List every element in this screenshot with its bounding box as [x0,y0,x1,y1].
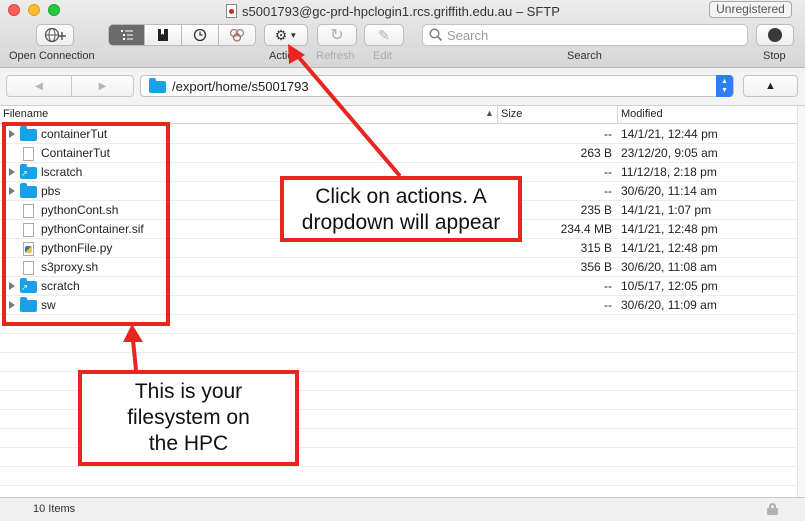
sort-ascending-icon: ▲ [485,108,494,118]
vertical-scrollbar[interactable] [797,106,805,497]
pencil-icon: ✎ [378,26,390,43]
maximize-window-button[interactable] [48,4,60,16]
view-mode-segmented-control [108,24,256,46]
clock-icon [193,28,207,42]
document-icon [226,4,237,18]
gear-icon: ⚙ [274,26,288,43]
actions-callout: Click on actions. A dropdown will appear [280,176,522,242]
size-header-label: Size [501,108,523,120]
forward-button[interactable]: ▶ [72,75,134,97]
edit-label: Edit [373,50,392,62]
path-bar: ◀ ▶ /export/home/s5001793 ▲ ▼ ▲ [0,68,805,106]
minimize-window-button[interactable] [28,4,40,16]
open-connection-label: Open Connection [9,50,95,62]
bonjour-icon [229,28,245,42]
modified-column-header[interactable]: Modified [617,106,797,124]
window-title: s5001793@gc-prd-hpclogin1.rcs.griffith.e… [226,2,560,20]
search-icon [429,28,443,42]
empty-row [0,467,797,486]
modified-header-label: Modified [621,108,663,120]
window-title-text: s5001793@gc-prd-hpclogin1.rcs.griffith.e… [242,3,560,19]
bonjour-view-button[interactable] [219,24,256,46]
file-size: -- [604,165,612,179]
arrow-left-icon: ◀ [35,80,43,92]
file-modified: 14/1/21, 12:48 pm [621,241,718,255]
refresh-button[interactable]: ↻ [317,24,357,46]
close-window-button[interactable] [8,4,20,16]
refresh-icon: ↻ [330,27,344,44]
file-modified: 23/12/20, 9:05 am [621,146,718,160]
filesystem-callout-text: This is your filesystem on the HPC [127,380,250,455]
file-size: 315 B [580,241,612,255]
history-view-button[interactable] [182,24,219,46]
file-modified: 11/12/18, 2:18 pm [621,165,717,179]
title-toolbar: s5001793@gc-prd-hpclogin1.rcs.griffith.e… [0,0,805,68]
updown-chevron-icon: ▲ ▼ [716,75,733,97]
search-field[interactable] [422,24,748,46]
unregistered-badge[interactable]: Unregistered [709,1,792,18]
chevron-down-icon: ▼ [289,30,298,40]
search-input[interactable] [447,27,737,43]
stop-icon [768,28,782,42]
file-size: 234.4 MB [560,222,612,236]
empty-row [0,334,797,353]
search-label: Search [567,50,602,62]
file-size: -- [604,279,612,293]
file-size: 356 B [580,260,612,274]
parent-directory-button[interactable]: ▲ [743,75,798,97]
file-modified: 30/6/20, 11:08 am [621,260,717,274]
actions-callout-text: Click on actions. A dropdown will appear [301,185,501,234]
file-size: 263 B [580,146,612,160]
file-modified: 30/6/20, 11:09 am [621,298,717,312]
file-modified: 30/6/20, 11:14 am [621,184,717,198]
item-count: 10 Items [33,503,76,515]
arrow-right-icon: ▶ [98,80,107,92]
folder-icon [149,78,166,93]
status-bar: 10 Items [0,497,805,521]
file-size: -- [604,298,612,312]
file-size: 235 B [580,203,612,217]
filesystem-callout: This is your filesystem on the HPC [78,370,299,466]
file-size: -- [604,184,612,198]
size-column-header[interactable]: Size [497,106,617,124]
file-size: -- [604,127,612,141]
path-text: /export/home/s5001793 [172,78,309,94]
stop-button[interactable] [756,24,794,46]
open-connection-button[interactable] [36,24,74,46]
edit-button[interactable]: ✎ [364,24,404,46]
lock-icon [767,503,778,515]
back-button[interactable]: ◀ [6,75,72,97]
globe-plus-icon [44,27,66,43]
file-modified: 10/5/17, 12:05 pm [621,279,718,293]
bookmarks-view-button[interactable] [145,24,182,46]
filesystem-highlight-box [2,122,170,326]
file-modified: 14/1/21, 1:07 pm [621,203,712,217]
bookmark-icon [158,29,168,41]
stop-label: Stop [763,50,786,62]
browser-view-button[interactable] [108,24,145,46]
list-outline-icon [120,30,133,40]
refresh-label: Refresh [316,50,355,62]
file-modified: 14/1/21, 12:44 pm [621,127,718,141]
file-modified: 14/1/21, 12:48 pm [621,222,718,236]
action-button[interactable]: ⚙ ▼ [264,24,308,46]
arrow-up-icon: ▲ [765,80,776,92]
filename-header-label: Filename [3,108,49,120]
path-select[interactable]: /export/home/s5001793 ▲ ▼ [140,75,734,97]
action-label: Action [269,50,300,62]
